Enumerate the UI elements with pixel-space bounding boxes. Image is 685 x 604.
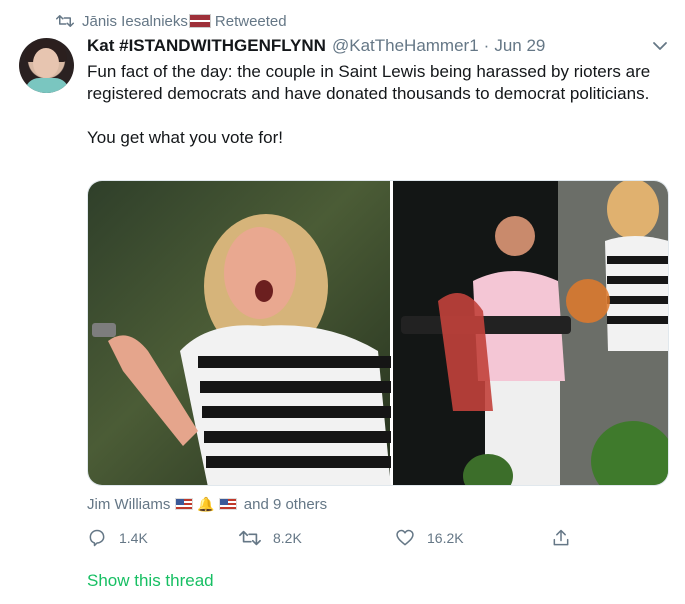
tweet-body: Fun fact of the day: the couple in Saint… [87,61,662,149]
bell-icon: 🔔 [197,495,215,512]
tweet-date[interactable]: Jun 29 [494,36,545,56]
share-icon [553,529,569,546]
tweet-paragraph: Fun fact of the day: the couple in Saint… [87,62,651,103]
us-flag-icon [175,498,194,510]
media-photo-left[interactable] [88,181,391,485]
tweet-actions: 1.4K 8.2K 16.2K [87,526,587,550]
tweet-paragraph: You get what you vote for! [87,128,283,147]
author-name[interactable]: Kat #ISTANDWITHGENFLYNN [87,36,326,56]
tweet-header: Kat #ISTANDWITHGENFLYNN @KatTheHammer1 ·… [87,35,545,57]
chevron-down-icon[interactable] [652,40,668,52]
reply-button[interactable]: 1.4K [87,526,148,550]
like-button[interactable]: 16.2K [395,526,464,550]
retweet-icon [56,15,74,27]
like-count: 16.2K [427,530,464,546]
liked-by-line[interactable]: Jim Williams 🔔 and 9 others [87,494,327,514]
reply-icon [89,529,105,547]
share-button[interactable] [551,526,583,550]
us-flag-icon [218,498,237,510]
media-photo-right[interactable] [392,181,668,485]
retweet-button[interactable]: 8.2K [239,526,302,550]
avatar[interactable] [19,38,74,93]
latvia-flag-icon [188,14,211,28]
likers-others[interactable]: and 9 others [244,496,327,513]
author-handle[interactable]: @KatTheHammer1 [332,36,479,56]
tweet-media[interactable] [87,180,669,486]
retweeter-name[interactable]: Jānis Iesalnieks [82,13,188,30]
show-thread-link[interactable]: Show this thread [87,571,214,591]
retweet-icon [239,530,261,546]
reply-count: 1.4K [119,530,148,546]
separator-dot: · [483,36,490,55]
retweet-context: Jānis Iesalnieks Retweeted [56,11,287,31]
heart-icon [396,529,414,546]
retweet-count: 8.2K [273,530,302,546]
liker-name[interactable]: Jim Williams [87,496,170,513]
retweeted-label: Retweeted [214,12,287,30]
